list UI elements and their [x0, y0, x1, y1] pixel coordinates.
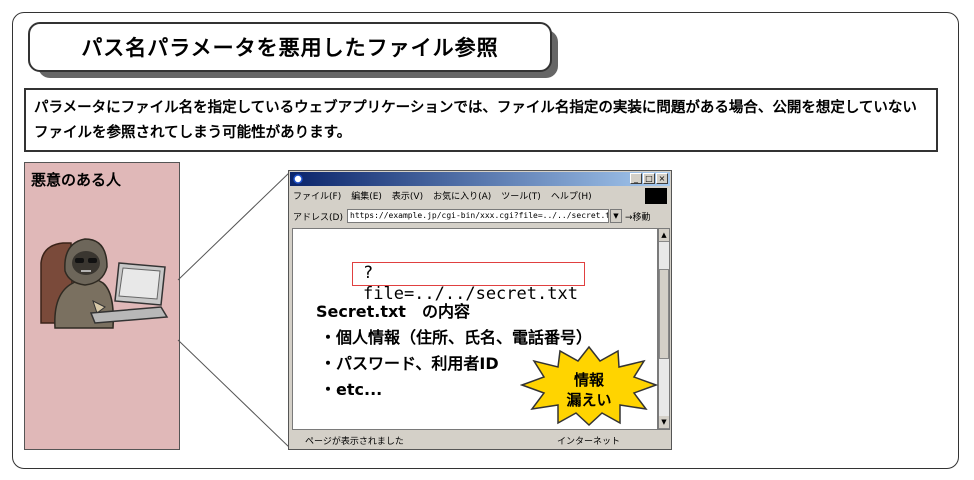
menu-help[interactable]: ヘルプ(H) — [551, 189, 592, 205]
address-input[interactable]: https://example.jp/cgi-bin/xxx.cgi?file=… — [347, 209, 609, 223]
secret-item: ・etc... — [320, 380, 383, 399]
minimize-button[interactable]: _ — [630, 173, 642, 184]
title-box: パス名パラメータを悪用したファイル参照 — [28, 22, 552, 72]
description-text: パラメータにファイル名を指定しているウェブアプリケーションでは、ファイル名指定の… — [34, 100, 917, 141]
status-bar: ページが表示されました インターネット — [291, 432, 669, 448]
attacker-label: 悪意のある人 — [31, 171, 122, 189]
status-text: ページが表示されました — [305, 437, 404, 447]
menu-view[interactable]: 表示(V) — [392, 189, 423, 205]
go-button[interactable]: →移動 — [625, 210, 651, 223]
page-title: パス名パラメータを悪用したファイル参照 — [81, 36, 499, 60]
parameter-callout: ?file=../../secret.txt — [352, 262, 585, 304]
attacker-panel: 悪意のある人 — [24, 162, 180, 450]
menu-edit[interactable]: 編集(E) — [351, 189, 382, 205]
scroll-up-icon[interactable]: ▲ — [659, 229, 669, 242]
hacker-illustration-icon — [40, 238, 169, 329]
scroll-down-icon[interactable]: ▼ — [659, 416, 669, 429]
scrollbar[interactable]: ▲ ▼ — [658, 228, 670, 430]
menu-bar: ファイル(F) 編集(E) 表示(V) お気に入り(A) ツール(T) ヘルプ(… — [293, 189, 592, 205]
leak-burst: 情報 漏えい — [520, 345, 658, 427]
description-box: パラメータにファイル名を指定しているウェブアプリケーションでは、ファイル名指定の… — [24, 88, 938, 152]
secret-title: Secret.txt の内容 — [316, 302, 470, 321]
burst-line2: 漏えい — [566, 391, 611, 409]
burst-line1: 情報 — [574, 371, 605, 389]
address-label: アドレス(D) — [293, 213, 343, 223]
secret-item: ・パスワード、利用者ID — [320, 354, 499, 373]
menu-favorites[interactable]: お気に入り(A) — [433, 189, 491, 205]
ie-icon — [293, 174, 303, 184]
status-zone: インターネット — [557, 437, 621, 447]
browser-titlebar[interactable]: _ □ × — [290, 172, 670, 186]
windows-logo-icon — [645, 188, 667, 204]
close-button[interactable]: × — [656, 173, 668, 184]
menu-file[interactable]: ファイル(F) — [293, 189, 341, 205]
menu-tools[interactable]: ツール(T) — [501, 189, 541, 205]
maximize-button[interactable]: □ — [643, 173, 655, 184]
address-bar: アドレス(D) https://example.jp/cgi-bin/xxx.c… — [291, 208, 669, 226]
scroll-thumb[interactable] — [659, 269, 669, 359]
address-dropdown-icon[interactable]: ▼ — [610, 209, 622, 223]
